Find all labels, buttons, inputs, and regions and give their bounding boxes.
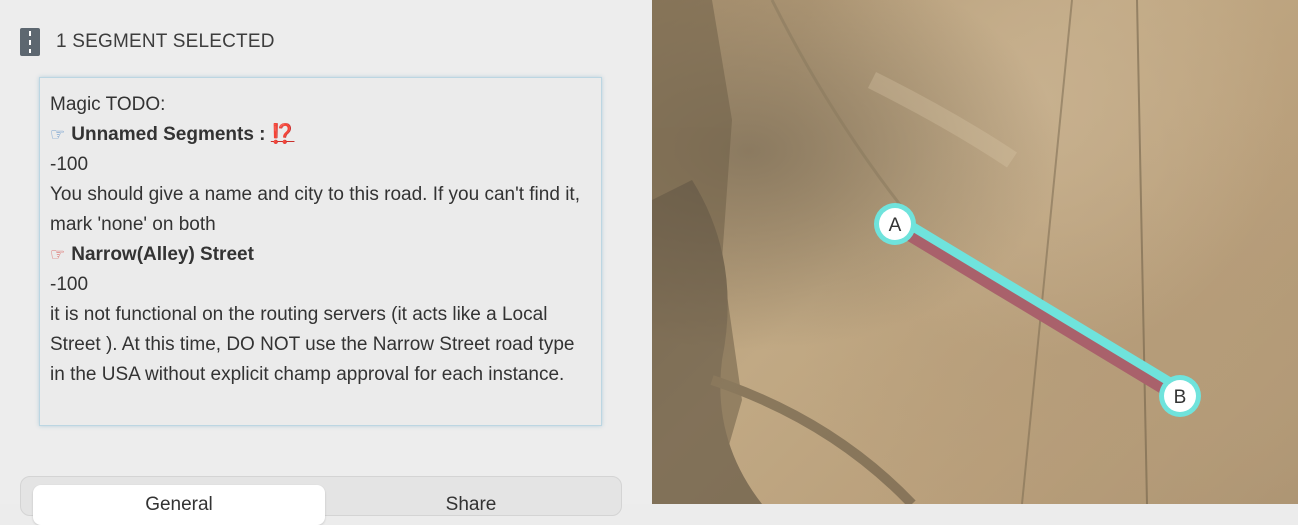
node-b-label: B	[1174, 387, 1187, 408]
road-icon	[20, 28, 40, 56]
todo-item-description: You should give a name and city to this …	[50, 184, 580, 235]
node-a-label: A	[889, 215, 902, 236]
tab-share[interactable]: Share	[331, 485, 611, 525]
todo-heading: Magic TODO:	[50, 94, 166, 115]
edit-panel: 1 SEGMENT SELECTED Magic TODO: ☞ Unnamed …	[0, 0, 652, 525]
segment-outline[interactable]	[887, 216, 1188, 404]
pointing-hand-icon: ☞	[50, 245, 66, 264]
pointing-hand-icon: ☞	[50, 125, 66, 144]
tab-general[interactable]: General	[33, 485, 325, 525]
segment-highlight[interactable]	[890, 211, 1185, 393]
todo-item-title: ☞ Unnamed Segments : ⁉️	[50, 120, 591, 150]
selection-header: 1 SEGMENT SELECTED	[20, 28, 275, 56]
node-b-marker[interactable]: B	[1159, 375, 1201, 417]
segment-tabs: General Share	[20, 476, 622, 525]
map-view[interactable]: A B	[652, 0, 1298, 504]
todo-item-score: -100	[50, 274, 89, 295]
magic-todo-box: Magic TODO: ☞ Unnamed Segments : ⁉️ -100 …	[39, 77, 602, 426]
node-a-marker[interactable]: A	[874, 203, 916, 245]
warning-badge-link[interactable]: ⁉️	[271, 124, 295, 145]
todo-item-description: it is not functional on the routing serv…	[50, 304, 575, 385]
todo-item-label: Narrow(Alley) Street	[71, 244, 254, 265]
todo-item-score: -100	[50, 154, 89, 175]
map-overlay: A B	[652, 0, 1201, 504]
todo-item-label: Unnamed Segments :	[71, 124, 266, 145]
selection-title: 1 SEGMENT SELECTED	[56, 31, 275, 52]
todo-item-title: ☞ Narrow(Alley) Street	[50, 240, 591, 270]
